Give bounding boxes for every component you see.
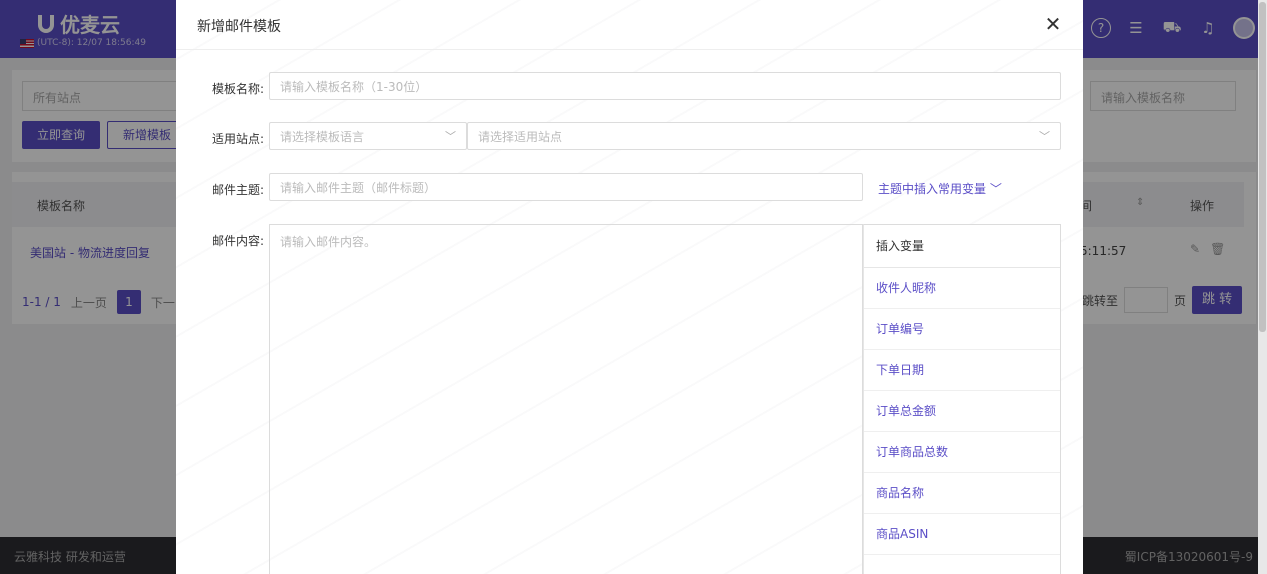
site-label: 适用站点: [211,132,264,146]
variable-panel-header: 插入变量 [864,225,1060,268]
applicable-site-select[interactable]: 请选择适用站点 ﹀ [467,122,1061,150]
content-textarea[interactable]: 请输入邮件内容。 [269,224,863,574]
variable-item[interactable]: 订单编号 [864,309,1060,350]
variable-item[interactable]: 下单日期 [864,350,1060,391]
variable-item[interactable]: 收件人昵称 [864,268,1060,309]
page-scrollbar[interactable] [1258,0,1267,574]
modal-title: 新增邮件模板 [197,19,281,35]
content-label: 邮件内容: [211,234,264,248]
subject-placeholder: 请输入邮件主题（邮件标题） [280,180,437,195]
subject-input[interactable]: 请输入邮件主题（邮件标题） [269,173,863,201]
chevron-down-icon: ﹀ [445,130,456,143]
template-name-placeholder: 请输入模板名称（1-30位） [280,79,428,94]
add-email-template-modal: 新增邮件模板 ✕ 模板名称: 请输入模板名称（1-30位） 适用站点: 请选择模… [176,0,1083,574]
variable-panel: 插入变量 收件人昵称 订单编号 下单日期 订单总金额 订单商品总数 商品名称 商… [863,224,1061,574]
language-placeholder: 请选择模板语言 [280,129,365,144]
variable-item[interactable]: 订单商品总数 [864,432,1060,473]
site-placeholder: 请选择适用站点 [478,129,563,144]
scroll-thumb[interactable] [1259,2,1266,332]
modal-header: 新增邮件模板 ✕ [176,0,1083,50]
insert-link-text: 主题中插入常用变量 [878,182,987,196]
variable-item[interactable]: 商品ASIN [864,514,1060,555]
template-language-select[interactable]: 请选择模板语言 ﹀ [269,122,467,150]
variable-item[interactable]: 商品名称 [864,473,1060,514]
close-icon[interactable]: ✕ [1043,12,1063,36]
template-name-input[interactable]: 请输入模板名称（1-30位） [269,72,1061,100]
template-name-label: 模板名称: [211,82,264,96]
content-placeholder: 请输入邮件内容。 [280,235,377,249]
insert-subject-variable-link[interactable]: 主题中插入常用变量 ﹀ [878,180,1002,197]
variable-item[interactable]: 订单总金额 [864,391,1060,432]
chevron-down-icon: ﹀ [989,182,1002,196]
chevron-down-icon: ﹀ [1039,130,1050,143]
subject-label: 邮件主题: [211,183,264,197]
